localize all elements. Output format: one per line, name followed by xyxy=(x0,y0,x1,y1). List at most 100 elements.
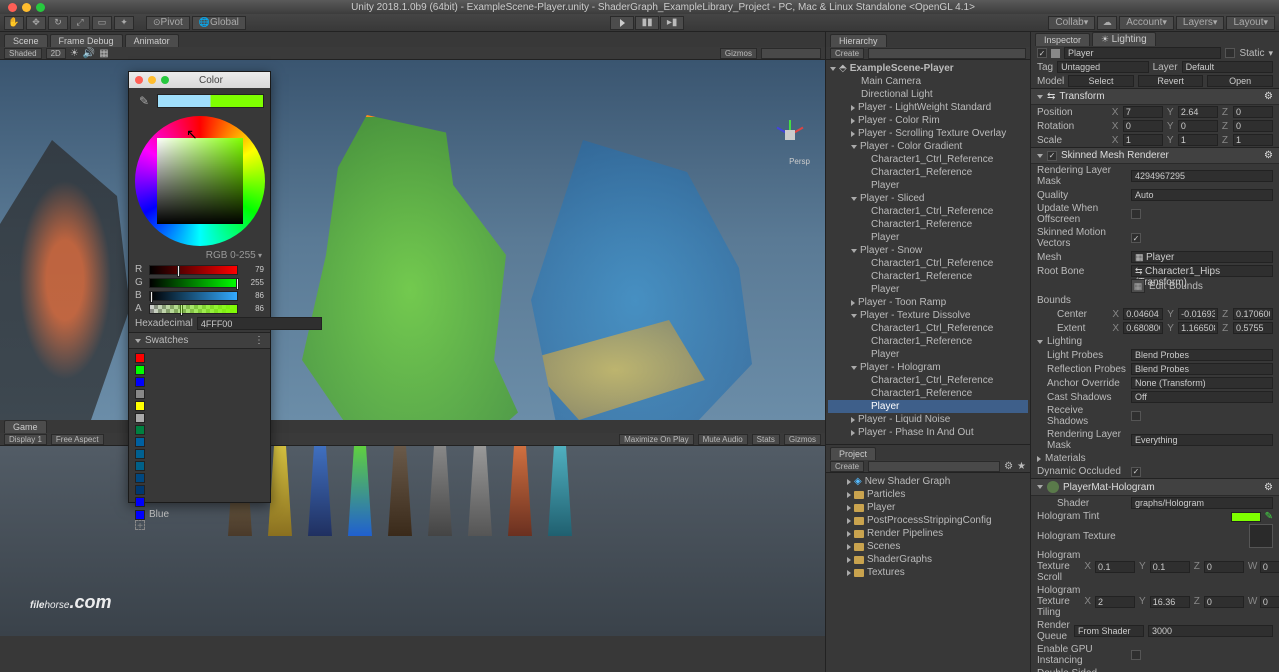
close-icon[interactable] xyxy=(8,3,17,12)
static-checkbox[interactable] xyxy=(1225,48,1235,58)
project-search[interactable] xyxy=(868,461,1000,472)
gizmo-center[interactable] xyxy=(785,130,795,140)
hierarchy-item[interactable]: Player xyxy=(828,400,1028,413)
account-dropdown[interactable]: Account ▾ xyxy=(1119,16,1174,30)
stats-toggle[interactable]: Stats xyxy=(752,434,780,445)
hierarchy-item[interactable]: Main Camera xyxy=(828,75,1028,88)
scl-y[interactable] xyxy=(1178,134,1218,146)
smr-enabled-checkbox[interactable]: ✓ xyxy=(1047,151,1057,161)
quality-dropdown[interactable]: Auto xyxy=(1131,189,1273,201)
hierarchy-item[interactable]: Player - LightWeight Standard xyxy=(828,101,1028,114)
scene-gizmo[interactable]: Persp xyxy=(770,115,810,155)
active-checkbox[interactable]: ✓ xyxy=(1037,48,1047,58)
layout-dropdown[interactable]: Layout ▾ xyxy=(1226,16,1275,30)
pivot-toggle[interactable]: ⊙ Pivot xyxy=(146,16,190,30)
tab-lighting[interactable]: ☀ Lighting xyxy=(1092,32,1156,46)
object-name-field[interactable] xyxy=(1064,47,1221,59)
hierarchy-item[interactable]: Player - Snow xyxy=(828,244,1028,257)
color-swatch[interactable] xyxy=(135,389,145,399)
pos-y[interactable] xyxy=(1178,106,1218,118)
global-toggle[interactable]: 🌐 Global xyxy=(192,16,246,30)
gear-icon[interactable]: ⚙ xyxy=(1264,150,1273,161)
hierarchy-item[interactable]: Character1_Ctrl_Reference xyxy=(828,205,1028,218)
muteaudio-toggle[interactable]: Mute Audio xyxy=(698,434,748,445)
cloud-button[interactable]: ☁ xyxy=(1097,16,1117,30)
g-slider[interactable] xyxy=(149,278,238,288)
hierarchy-item[interactable]: Player xyxy=(828,179,1028,192)
hierarchy-item[interactable]: Character1_Ctrl_Reference xyxy=(828,257,1028,270)
display-dropdown[interactable]: Display 1 xyxy=(4,434,47,445)
fx-icon[interactable]: ▦ xyxy=(99,48,108,59)
hierarchy-item[interactable]: Character1_Ctrl_Reference xyxy=(828,322,1028,335)
hierarchy-item[interactable]: Player - Color Rim xyxy=(828,114,1028,127)
hierarchy-item[interactable]: Player - Scrolling Texture Overlay xyxy=(828,127,1028,140)
scl-x[interactable] xyxy=(1123,134,1163,146)
tab-inspector[interactable]: Inspector xyxy=(1035,33,1090,46)
project-item[interactable]: Player xyxy=(828,501,1028,514)
project-item[interactable]: Scenes xyxy=(828,540,1028,553)
hierarchy-item[interactable]: Character1_Ctrl_Reference xyxy=(828,153,1028,166)
mesh-field[interactable]: ▦ Player xyxy=(1131,251,1273,263)
color-swatch[interactable] xyxy=(135,353,145,363)
add-swatch-button[interactable]: + xyxy=(135,520,145,530)
color-swatch[interactable] xyxy=(135,461,145,471)
aspect-dropdown[interactable]: Free Aspect xyxy=(51,434,104,445)
project-item[interactable]: PostProcessStrippingConfig xyxy=(828,514,1028,527)
eyedropper-icon[interactable]: ✎ xyxy=(1265,511,1273,522)
skinned-motion-checkbox[interactable]: ✓ xyxy=(1131,233,1141,243)
shader-dropdown[interactable]: graphs/Hologram xyxy=(1131,497,1273,509)
audio-icon[interactable]: 🔊 xyxy=(83,48,95,59)
pause-button[interactable]: ▮▮ xyxy=(635,16,659,30)
collab-dropdown[interactable]: Collab ▾ xyxy=(1048,16,1095,30)
rlm2-dropdown[interactable]: Everything xyxy=(1131,434,1273,446)
b-slider[interactable] xyxy=(149,291,238,301)
game-view[interactable]: filehorse.com xyxy=(0,446,825,636)
minimize-icon[interactable] xyxy=(148,76,156,84)
hierarchy-item[interactable]: Player - Color Gradient xyxy=(828,140,1028,153)
color-swatch[interactable] xyxy=(135,401,145,411)
hierarchy-search[interactable] xyxy=(868,48,1026,59)
castshadows-dropdown[interactable]: Off xyxy=(1131,391,1273,403)
open-button[interactable]: Open xyxy=(1207,75,1273,87)
hex-field[interactable] xyxy=(197,317,322,330)
pos-x[interactable] xyxy=(1123,106,1163,118)
filter-icon[interactable]: ⚙ xyxy=(1004,461,1013,472)
step-button[interactable]: ▸▮ xyxy=(660,16,684,30)
swatches-header[interactable]: Swatches⋮ xyxy=(129,332,270,349)
scene-root[interactable]: ⬘ExampleScene-Player xyxy=(828,62,1028,75)
color-swatch[interactable] xyxy=(135,425,145,435)
gizmos-dropdown[interactable]: Gizmos xyxy=(720,48,757,59)
anchor-field[interactable]: None (Transform) xyxy=(1131,377,1273,389)
hierarchy-tree[interactable]: ⬘ExampleScene-Player Main CameraDirectio… xyxy=(826,60,1030,444)
hierarchy-item[interactable]: Player - Liquid Noise xyxy=(828,413,1028,426)
maximize-icon[interactable] xyxy=(36,3,45,12)
move-tool[interactable]: ✥ xyxy=(26,16,46,30)
tab-project[interactable]: Project xyxy=(830,447,876,460)
hierarchy-item[interactable]: Character1_Reference xyxy=(828,335,1028,348)
hierarchy-item[interactable]: Player - Sliced xyxy=(828,192,1028,205)
select-button[interactable]: Select xyxy=(1068,75,1134,87)
tab-hierarchy[interactable]: Hierarchy xyxy=(830,34,887,47)
color-swatch[interactable] xyxy=(135,437,145,447)
swatches-menu-icon[interactable]: ⋮ xyxy=(254,335,264,346)
gpu-instancing-checkbox[interactable] xyxy=(1131,650,1141,660)
color-mode-dropdown[interactable]: RGB 0-255 ▾ xyxy=(129,248,270,263)
material-header[interactable]: PlayerMat-Hologram⚙ xyxy=(1031,478,1279,496)
layers-dropdown[interactable]: Layers ▾ xyxy=(1176,16,1225,30)
hierarchy-item[interactable]: Player - Texture Dissolve xyxy=(828,309,1028,322)
rootbone-field[interactable]: ⇆ Character1_Hips (Transform) xyxy=(1131,265,1273,277)
play-button[interactable] xyxy=(610,16,634,30)
maximize-icon[interactable] xyxy=(161,76,169,84)
rlm-field[interactable] xyxy=(1131,170,1273,182)
light-icon[interactable]: ☀ xyxy=(70,48,79,59)
hierarchy-item[interactable]: Player xyxy=(828,231,1028,244)
hierarchy-item[interactable]: Player xyxy=(828,283,1028,296)
rot-y[interactable] xyxy=(1178,120,1218,132)
dynocc-checkbox[interactable]: ✓ xyxy=(1131,467,1141,477)
2d-toggle[interactable]: 2D xyxy=(46,48,66,59)
project-item[interactable]: Textures xyxy=(828,566,1028,579)
tab-animator[interactable]: Animator xyxy=(125,34,179,47)
color-swatch[interactable] xyxy=(135,449,145,459)
color-swatch[interactable] xyxy=(135,497,145,507)
hierarchy-item[interactable]: Character1_Reference xyxy=(828,218,1028,231)
